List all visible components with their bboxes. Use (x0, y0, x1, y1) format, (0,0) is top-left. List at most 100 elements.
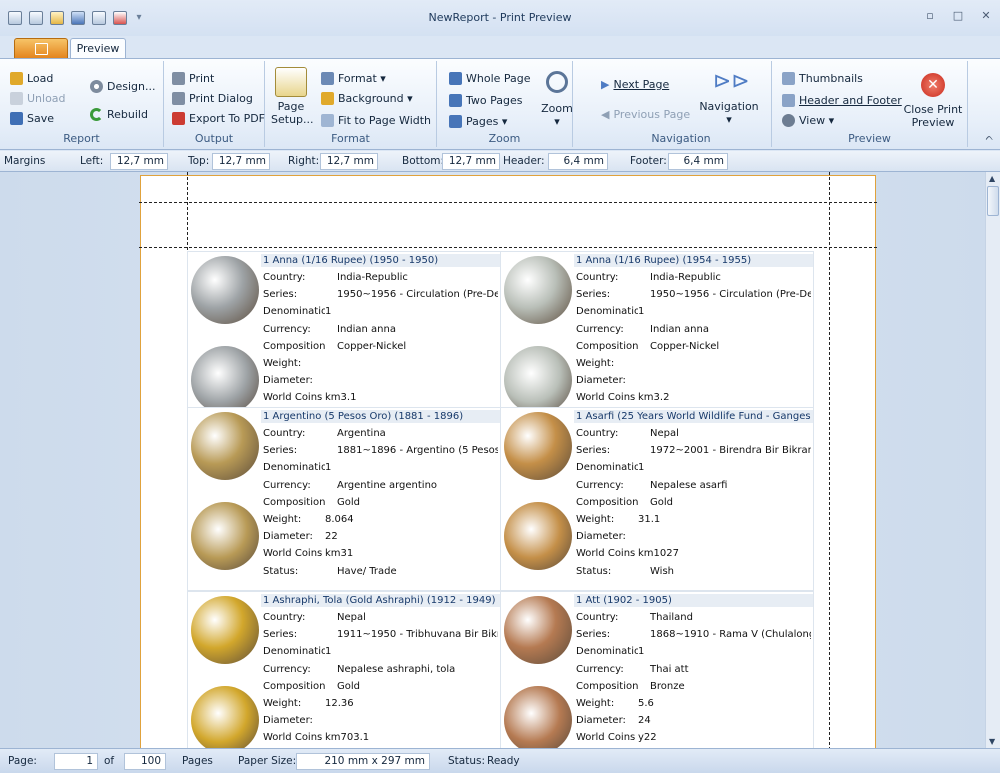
next-arrow-icon: ▶ (601, 77, 610, 91)
field-row-denomination: Denomination:1 (263, 306, 332, 318)
left-margin-input[interactable]: 12,7 mm (110, 153, 168, 170)
load-button[interactable]: Load (10, 69, 53, 87)
print-dialog-button[interactable]: Print Dialog (172, 89, 253, 107)
bottom-margin-input[interactable]: 12,7 mm (442, 153, 500, 170)
background-dropdown[interactable]: Background ▾ (321, 89, 413, 107)
coin-title: 1 Anna (1/16 Rupee) (1950 - 1950) (261, 254, 500, 267)
pages-dropdown[interactable]: Pages ▾ (449, 112, 507, 130)
restore-icon[interactable]: ▫ (922, 9, 938, 23)
coin-card: 1 Ashraphi, Tola (Gold Ashraphi) (1912 -… (187, 591, 501, 773)
scroll-thumb[interactable] (987, 186, 999, 216)
vertical-scrollbar[interactable]: ▲ ▼ (985, 172, 1000, 748)
navigation-icon: ⊳⊳ (713, 69, 750, 94)
coin-reverse-image (504, 686, 572, 754)
group-label-preview: Preview (848, 132, 891, 145)
status-bar: Page: 1 of 100 Pages Paper Size: 210 mm … (0, 748, 1000, 773)
coin-obverse-image (504, 256, 572, 324)
two-pages-button[interactable]: Two Pages (449, 91, 522, 109)
right-margin-input[interactable]: 12,7 mm (320, 153, 378, 170)
two-pages-icon (449, 93, 462, 107)
print-button[interactable]: Print (172, 69, 214, 87)
status-value: Ready (487, 755, 520, 767)
printer-dialog-icon (172, 91, 185, 105)
collapse-ribbon-icon[interactable]: ᨈ (986, 132, 995, 143)
view-dropdown[interactable]: View ▾ (782, 111, 834, 129)
coin-reverse-image (504, 502, 572, 570)
whole-page-button[interactable]: Whole Page (449, 69, 531, 87)
export-pdf-button[interactable]: Export To PDF (172, 109, 265, 127)
thumbnails-icon (782, 71, 795, 85)
page-setup-button[interactable]: Page Setup... (271, 67, 314, 126)
header-footer-button[interactable]: Header and Footer (782, 91, 902, 109)
previous-page-button[interactable]: ◀ Previous Page (601, 105, 690, 123)
footer-margin-input[interactable]: 6,4 mm (668, 153, 728, 170)
field-row-currency: Currency: Indian anna (263, 323, 396, 335)
unload-button[interactable]: Unload (10, 89, 66, 107)
field-row-series: Series:1972~2001 - Birendra Bir Bikram S… (576, 445, 811, 457)
field-row-weight: Weight: 5.6 (576, 697, 654, 709)
close-print-preview-button[interactable]: ✕ Close Print Preview (900, 73, 966, 129)
coin-reverse-image (191, 686, 259, 754)
total-pages: 100 (124, 753, 166, 770)
right-margin-guide (829, 172, 830, 750)
printer-icon (172, 71, 185, 85)
field-row-weight: Weight: (263, 357, 302, 369)
maximize-icon[interactable]: □ (950, 9, 966, 23)
title-bar: ▾ NewReport - Print Preview ▫ □ ✕ (0, 0, 1000, 36)
fit-to-page-width-button[interactable]: Fit to Page Width (321, 111, 431, 129)
gear-icon (90, 79, 103, 93)
group-navigation: ▶ Next Page ◀ Previous Page ⊳⊳ Navigation … (591, 61, 772, 147)
field-row-series: Series:1950~1956 - Circulation (Pre-Deci… (263, 289, 498, 301)
group-zoom: Whole Page Two Pages Pages ▾ Zoom ▾ Zoom (437, 61, 573, 147)
tab-preview[interactable]: Preview (70, 38, 126, 60)
ribbon-tabs: Preview (0, 36, 1000, 60)
next-page-button[interactable]: ▶ Next Page (601, 75, 669, 93)
pages-label: Pages (182, 755, 213, 767)
field-row-composition: Composition: Gold (263, 680, 360, 692)
field-row-status: Status: Wish (576, 565, 674, 577)
coin-obverse-image (504, 412, 572, 480)
field-row-country: Country: Thailand (576, 612, 693, 623)
preview-workspace[interactable]: 1 Anna (1/16 Rupee) (1950 - 1950) Country… (0, 172, 985, 773)
header-margin-label: Header: (503, 155, 545, 167)
field-row-series: Series:1881~1896 - Argentino (5 Pesos Or… (263, 445, 498, 457)
field-row-weight: Weight: (576, 357, 615, 369)
field-row-series: Series:1950~1956 - Circulation (Pre-Deci… (576, 289, 811, 301)
field-row-composition: Composition: Bronze (576, 680, 685, 692)
field-row-denomination: Denomination:1 (263, 462, 332, 474)
thumbnails-button[interactable]: Thumbnails (782, 69, 863, 87)
field-row-currency: Currency: Nepalese asarfi (576, 479, 728, 491)
field-row-world-coins: World Coins Nukm31 (263, 548, 354, 560)
application-button[interactable] (14, 38, 68, 59)
header-margin-input[interactable]: 6,4 mm (548, 153, 608, 170)
field-row-currency: Currency: Thai att (576, 663, 689, 675)
ribbon: Load Unload Save Design... Rebuild Repor… (0, 58, 1000, 150)
group-label-output: Output (194, 132, 234, 145)
fit-width-icon (321, 113, 334, 127)
field-row-world-coins: World Coins Nukm703.1 (263, 732, 370, 744)
field-row-country: Country: India-Republic (263, 272, 408, 283)
page-number-input[interactable]: 1 (54, 753, 98, 770)
report-page: 1 Anna (1/16 Rupee) (1950 - 1950) Country… (139, 172, 877, 773)
field-row-composition: Composition: Gold (576, 496, 673, 508)
coin-obverse-image (191, 596, 259, 664)
top-margin-input[interactable]: 12,7 mm (212, 153, 270, 170)
coin-reverse-image (191, 502, 259, 570)
load-icon (10, 71, 23, 85)
design-button[interactable]: Design... (90, 77, 155, 95)
eye-icon (782, 113, 795, 127)
format-dropdown[interactable]: Format ▾ (321, 69, 386, 87)
scroll-up-icon[interactable]: ▲ (989, 174, 995, 183)
save-icon (10, 111, 23, 125)
rebuild-button[interactable]: Rebuild (90, 105, 148, 123)
field-row-series: Series:1868~1910 - Rama V (Chulalongkorn… (576, 629, 811, 641)
save-button[interactable]: Save (10, 109, 54, 127)
scroll-down-icon[interactable]: ▼ (989, 737, 995, 746)
navigation-button[interactable]: ⊳⊳ Navigation ▾ (699, 67, 759, 126)
field-row-currency: Currency: Nepalese ashraphi, tola (263, 663, 456, 675)
field-row-denomination: Denomination:1 (576, 646, 645, 658)
close-icon[interactable]: ✕ (978, 9, 994, 23)
field-row-diameter: Diameter: (263, 375, 313, 387)
zoom-button[interactable]: Zoom ▾ (539, 67, 575, 128)
top-margin-guide (139, 247, 877, 248)
